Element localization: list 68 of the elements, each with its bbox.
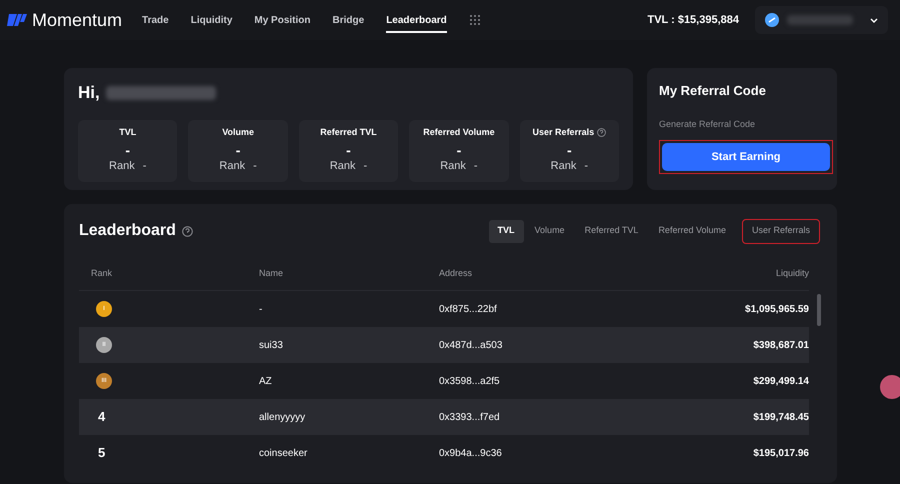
player-name: coinseeker bbox=[259, 446, 308, 460]
rank-value: - bbox=[474, 159, 478, 174]
chevron-down-icon bbox=[870, 18, 878, 22]
wallet-address: 0x9b4a...9c36 bbox=[439, 446, 503, 460]
liquidity-amount: $398,687.01 bbox=[752, 338, 809, 352]
liquidity-amount: $199,748.45 bbox=[752, 410, 809, 424]
player-name: sui33 bbox=[259, 338, 284, 352]
wallet-token-icon bbox=[765, 13, 779, 27]
apps-grid-icon[interactable] bbox=[468, 14, 481, 26]
nav-link[interactable]: Bridge bbox=[332, 8, 364, 32]
wallet-address: 0x3393...f7ed bbox=[439, 410, 501, 424]
rank-number: 4 bbox=[97, 408, 106, 426]
column-header: Liquidity bbox=[774, 266, 809, 280]
total-tvl: TVL : $15,395,884 bbox=[647, 12, 739, 28]
tab[interactable]: TVL bbox=[488, 220, 524, 242]
rank-value: - bbox=[142, 159, 146, 174]
liquidity-amount: $195,017.96 bbox=[752, 446, 809, 460]
card-title: My Referral Code bbox=[659, 82, 767, 100]
rank-number: 5 bbox=[97, 444, 106, 462]
rank-value: - bbox=[253, 159, 257, 174]
player-name: - bbox=[259, 302, 264, 316]
tab[interactable]: Referred Volume bbox=[649, 220, 735, 242]
rank-value: - bbox=[584, 159, 588, 174]
column-header: Address bbox=[439, 266, 474, 280]
start-earning-button[interactable]: Start Earning bbox=[662, 143, 830, 171]
tab[interactable]: User Referrals bbox=[742, 220, 819, 242]
rank-label: Rank bbox=[109, 159, 135, 174]
greeting: Hi, bbox=[78, 82, 100, 104]
player-name: AZ bbox=[259, 374, 273, 388]
wallet-address: 0x487d...a503 bbox=[439, 338, 504, 352]
section-title: Leaderboard bbox=[79, 221, 176, 241]
tab[interactable]: Referred TVL bbox=[576, 220, 648, 242]
stat-label: Referred Volume bbox=[423, 126, 495, 138]
liquidity-amount: $1,095,965.59 bbox=[744, 302, 809, 316]
player-name: allenyyyyy bbox=[259, 410, 306, 424]
floating-widget-icon[interactable] bbox=[880, 375, 900, 399]
rank-value: - bbox=[364, 159, 368, 174]
nav-link[interactable]: Liquidity bbox=[190, 8, 232, 32]
nav-link[interactable]: Leaderboard bbox=[386, 8, 447, 32]
wallet-address: 0x3598...a2f5 bbox=[439, 374, 501, 388]
brand-name: Momentum bbox=[32, 8, 122, 32]
stat-value: - bbox=[566, 142, 572, 158]
logo-icon bbox=[6, 13, 28, 27]
help-icon[interactable] bbox=[597, 128, 606, 137]
stat-value: - bbox=[236, 142, 240, 158]
column-header: Name bbox=[259, 266, 284, 280]
help-icon[interactable] bbox=[182, 226, 193, 236]
stat-label: User Referrals bbox=[532, 126, 594, 138]
nav-link[interactable]: My Position bbox=[254, 8, 311, 32]
stat-label: Volume bbox=[222, 126, 254, 138]
rank-label: Rank bbox=[440, 159, 466, 174]
scrollbar[interactable] bbox=[817, 294, 821, 326]
wallet-button[interactable] bbox=[755, 6, 888, 34]
rank-label: Rank bbox=[550, 159, 576, 174]
redacted-address bbox=[787, 15, 853, 25]
tab[interactable]: Volume bbox=[526, 220, 574, 242]
nav-link[interactable]: Trade bbox=[142, 8, 169, 32]
rank-label: Rank bbox=[219, 159, 246, 174]
column-header: Rank bbox=[90, 266, 114, 280]
rank-label: Rank bbox=[330, 159, 356, 174]
stat-value: - bbox=[346, 142, 351, 158]
stat-label: TVL bbox=[119, 126, 136, 138]
stat-value: - bbox=[125, 142, 130, 158]
stat-label: Referred TVL bbox=[320, 126, 377, 138]
liquidity-amount: $299,499.14 bbox=[752, 374, 809, 388]
wallet-address: 0xf875...22bf bbox=[439, 302, 498, 316]
card-subtitle: Generate Referral Code bbox=[659, 118, 756, 130]
stat-value: - bbox=[456, 142, 462, 158]
